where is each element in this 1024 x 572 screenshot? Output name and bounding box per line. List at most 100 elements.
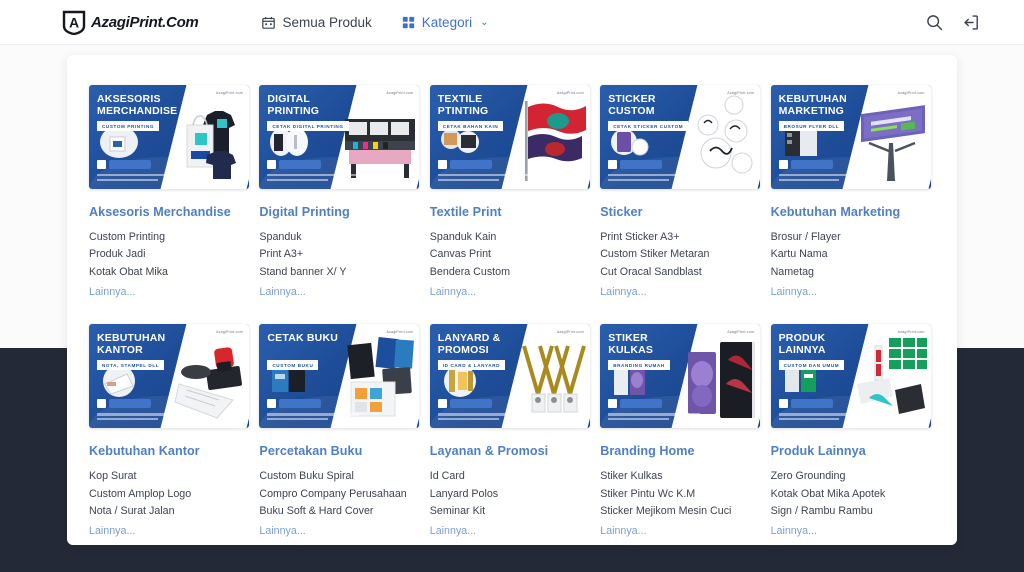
banner-chip-pill xyxy=(791,160,833,169)
category-more-link-1[interactable]: Lainnya... xyxy=(89,284,253,300)
banner-chip-square-icon xyxy=(438,399,447,408)
category-item[interactable]: Brosur / Flayer xyxy=(771,229,935,246)
svg-text:A: A xyxy=(69,14,79,30)
category-banner-4[interactable]: STICKER CUSTOM CETAK STICKER CUSTOM Azag… xyxy=(600,85,760,189)
category-item[interactable]: Canvas Print xyxy=(430,246,594,263)
banner-cta-chip xyxy=(97,160,151,169)
category-title-4[interactable]: Sticker xyxy=(600,205,764,220)
banner-cta-chip xyxy=(779,160,833,169)
category-card-10[interactable]: PRODUK LAINNYA CUSTOM DAN UMUM AzagiPrin… xyxy=(771,324,935,539)
category-item[interactable]: Lanyard Polos xyxy=(430,486,594,503)
category-banner-5[interactable]: KEBUTUHAN MARKETING BROSUR FLYER DLL Aza… xyxy=(771,85,931,189)
category-title-2[interactable]: Digital Printing xyxy=(259,205,423,220)
microcopy-line xyxy=(779,418,840,420)
microcopy-line xyxy=(97,179,158,181)
category-item[interactable]: Kotak Obat Mika xyxy=(89,264,253,281)
banner-subtitle: NOTA, STAMPEL DLL xyxy=(97,360,164,370)
category-item[interactable]: Zero Grounding xyxy=(771,468,935,485)
shield-a-logo-icon: A xyxy=(62,10,86,35)
microcopy-line xyxy=(97,413,189,415)
category-card-7[interactable]: CETAK BUKU CUSTOM BUKU AzagiPrint.com Pe… xyxy=(259,324,423,539)
category-item[interactable]: Nametag xyxy=(771,264,935,281)
category-more-link-6[interactable]: Lainnya... xyxy=(89,523,253,539)
category-item[interactable]: Compro Company Perusahaan xyxy=(259,486,423,503)
category-more-link-9[interactable]: Lainnya... xyxy=(600,523,764,539)
banner-subtitle: BRANDING RUMAH xyxy=(608,360,670,370)
category-item[interactable]: Custom Printing xyxy=(89,229,253,246)
category-more-link-3[interactable]: Lainnya... xyxy=(430,284,594,300)
banner-watermark: AzagiPrint.com xyxy=(216,91,243,95)
category-title-6[interactable]: Kebutuhan Kantor xyxy=(89,444,253,459)
microcopy-line xyxy=(267,418,328,420)
category-item-list: Kop SuratCustom Amplop LogoNota / Surat … xyxy=(89,468,253,520)
category-item[interactable]: Custom Buku Spiral xyxy=(259,468,423,485)
banner-chip-square-icon xyxy=(267,399,276,408)
login-icon[interactable] xyxy=(960,12,980,32)
category-grid: AKSESORIS MERCHANDISE CUSTOM PRINTING Az… xyxy=(77,85,947,539)
category-item[interactable]: Seminar Kit xyxy=(430,503,594,520)
category-item[interactable]: Custom Stiker Metaran xyxy=(600,246,764,263)
microcopy-line xyxy=(438,413,530,415)
category-item[interactable]: Sticker Mejikom Mesin Cuci xyxy=(600,503,764,520)
category-card-3[interactable]: TEXTILE PTINTING CETAK BAHAN KAIN AzagiP… xyxy=(430,85,594,300)
category-item[interactable]: Sign / Rambu Rambu xyxy=(771,503,935,520)
category-item[interactable]: Custom Amplop Logo xyxy=(89,486,253,503)
category-card-1[interactable]: AKSESORIS MERCHANDISE CUSTOM PRINTING Az… xyxy=(89,85,253,300)
category-title-9[interactable]: Branding Home xyxy=(600,444,764,459)
category-banner-1[interactable]: AKSESORIS MERCHANDISE CUSTOM PRINTING Az… xyxy=(89,85,249,189)
category-banner-10[interactable]: PRODUK LAINNYA CUSTOM DAN UMUM AzagiPrin… xyxy=(771,324,931,428)
category-banner-9[interactable]: STIKER KULKAS BRANDING RUMAH AzagiPrint.… xyxy=(600,324,760,428)
category-card-8[interactable]: LANYARD & PROMOSI ID CARD & LANYARD Azag… xyxy=(430,324,594,539)
search-icon[interactable] xyxy=(924,12,944,32)
category-more-link-4[interactable]: Lainnya... xyxy=(600,284,764,300)
category-item[interactable]: Print A3+ xyxy=(259,246,423,263)
category-item[interactable]: Cut Oracal Sandblast xyxy=(600,264,764,281)
category-item[interactable]: Id Card xyxy=(430,468,594,485)
category-title-3[interactable]: Textile Print xyxy=(430,205,594,220)
category-banner-2[interactable]: DIGITAL PRINTING CETAK DIGITAL PRINTING … xyxy=(259,85,419,189)
nav-item-kategori[interactable]: Kategori ⌄ xyxy=(402,15,489,30)
banner-title: AKSESORIS MERCHANDISE xyxy=(97,94,179,117)
category-banner-6[interactable]: KEBUTUHAN KANTOR NOTA, STAMPEL DLL Azagi… xyxy=(89,324,249,428)
category-item[interactable]: Buku Soft & Hard Cover xyxy=(259,503,423,520)
brand-logo-link[interactable]: A AzagiPrint.Com xyxy=(62,10,198,35)
banner-title: STICKER CUSTOM xyxy=(608,94,690,117)
category-item[interactable]: Kartu Nama xyxy=(771,246,935,263)
category-banner-7[interactable]: CETAK BUKU CUSTOM BUKU AzagiPrint.com xyxy=(259,324,419,428)
tshirt-totebag-art xyxy=(173,93,247,185)
category-title-7[interactable]: Percetakan Buku xyxy=(259,444,423,459)
lanyard-art xyxy=(514,332,588,424)
nav-item-semua-produk[interactable]: Semua Produk xyxy=(262,15,371,30)
category-banner-8[interactable]: LANYARD & PROMOSI ID CARD & LANYARD Azag… xyxy=(430,324,590,428)
category-card-2[interactable]: DIGITAL PRINTING CETAK DIGITAL PRINTING … xyxy=(259,85,423,300)
category-more-link-2[interactable]: Lainnya... xyxy=(259,284,423,300)
category-item[interactable]: Kotak Obat Mika Apotek xyxy=(771,486,935,503)
category-title-8[interactable]: Layanan & Promosi xyxy=(430,444,594,459)
category-item[interactable]: Produk Jadi xyxy=(89,246,253,263)
microcopy-line xyxy=(97,174,189,176)
banner-chip-square-icon xyxy=(779,399,788,408)
category-more-link-7[interactable]: Lainnya... xyxy=(259,523,423,539)
category-more-link-5[interactable]: Lainnya... xyxy=(771,284,935,300)
category-item[interactable]: Stand banner X/ Y xyxy=(259,264,423,281)
category-card-6[interactable]: KEBUTUHAN KANTOR NOTA, STAMPEL DLL Azagi… xyxy=(89,324,253,539)
category-item[interactable]: Spanduk Kain xyxy=(430,229,594,246)
category-item[interactable]: Stiker Pintu Wc K.M xyxy=(600,486,764,503)
category-card-4[interactable]: STICKER CUSTOM CETAK STICKER CUSTOM Azag… xyxy=(600,85,764,300)
category-item[interactable]: Print Sticker A3+ xyxy=(600,229,764,246)
category-item[interactable]: Nota / Surat Jalan xyxy=(89,503,253,520)
category-card-9[interactable]: STIKER KULKAS BRANDING RUMAH AzagiPrint.… xyxy=(600,324,764,539)
category-banner-3[interactable]: TEXTILE PTINTING CETAK BAHAN KAIN AzagiP… xyxy=(430,85,590,189)
category-more-link-10[interactable]: Lainnya... xyxy=(771,523,935,539)
banner-chip-square-icon xyxy=(97,160,106,169)
category-item[interactable]: Bendera Custom xyxy=(430,264,594,281)
category-item[interactable]: Kop Surat xyxy=(89,468,253,485)
category-title-5[interactable]: Kebutuhan Marketing xyxy=(771,205,935,220)
category-card-5[interactable]: KEBUTUHAN MARKETING BROSUR FLYER DLL Aza… xyxy=(771,85,935,300)
category-more-link-8[interactable]: Lainnya... xyxy=(430,523,594,539)
category-item[interactable]: Spanduk xyxy=(259,229,423,246)
category-item-list: Id CardLanyard PolosSeminar Kit xyxy=(430,468,594,520)
category-title-1[interactable]: Aksesoris Merchandise xyxy=(89,205,253,220)
category-item[interactable]: Stiker Kulkas xyxy=(600,468,764,485)
category-title-10[interactable]: Produk Lainnya xyxy=(771,444,935,459)
